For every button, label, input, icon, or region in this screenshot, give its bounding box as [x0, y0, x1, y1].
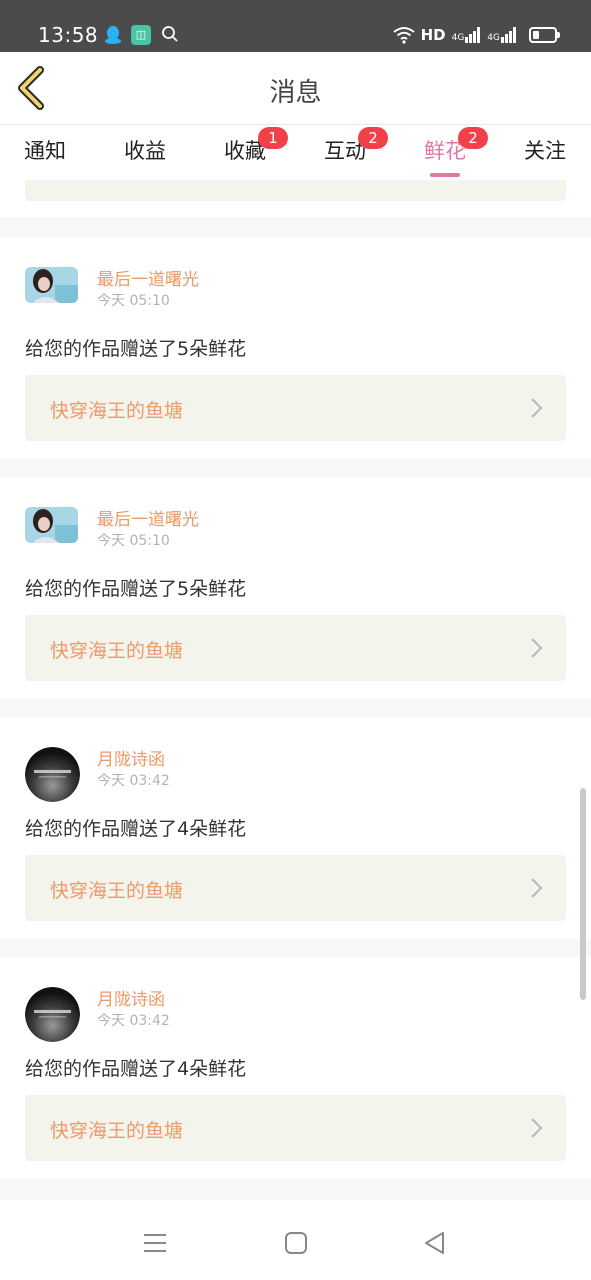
tab-notice[interactable]: 通知: [24, 135, 66, 165]
user-avatar[interactable]: [25, 507, 78, 543]
message-text: 给您的作品赠送了5朵鲜花: [25, 578, 247, 600]
chevron-right-icon: [531, 638, 543, 658]
work-title: 快穿海王的鱼塘: [50, 880, 184, 902]
work-link[interactable]: 快穿海王的鱼塘: [25, 855, 566, 921]
message-time: 今天 03:42: [97, 773, 170, 789]
sender-name[interactable]: 最后一道曙光: [97, 505, 199, 530]
hd-icon: HD: [420, 26, 446, 44]
scrollbar[interactable]: [580, 788, 586, 1000]
menu-icon[interactable]: [142, 1230, 168, 1256]
page-title: 消息: [269, 78, 322, 108]
message-time: 今天 05:10: [97, 533, 170, 549]
battery-icon: [529, 27, 560, 43]
tab-label: 关注: [524, 139, 566, 163]
message-text: 给您的作品赠送了4朵鲜花: [25, 1058, 247, 1080]
app-icon: ◫: [131, 25, 151, 45]
work-link[interactable]: 快穿海王的鱼塘: [25, 1095, 566, 1161]
tab-earnings[interactable]: 收益: [124, 135, 166, 165]
qq-icon: [105, 26, 121, 44]
chevron-right-icon: [531, 1118, 543, 1138]
home-icon[interactable]: [283, 1230, 309, 1256]
work-title: 快穿海王的鱼塘: [50, 400, 184, 422]
user-avatar[interactable]: [25, 267, 78, 303]
header: 消息: [0, 52, 591, 124]
message-time: 今天 05:10: [97, 293, 170, 309]
list-item: 月陇诗函 今天 03:42 给您的作品赠送了4朵鲜花 快穿海王的鱼塘: [0, 957, 591, 1179]
status-icons: HD 4G 4G: [392, 23, 560, 47]
sender-name[interactable]: 月陇诗函: [97, 985, 165, 1010]
user-avatar[interactable]: [25, 747, 80, 802]
status-time: 13:58: [38, 23, 99, 47]
sender-name[interactable]: 最后一道曙光: [97, 265, 199, 290]
back-icon[interactable]: [422, 1230, 448, 1256]
sender-name[interactable]: 月陇诗函: [97, 745, 165, 770]
wifi-icon: [392, 27, 415, 44]
tab-label: 收益: [124, 139, 166, 163]
tab-interaction[interactable]: 互动 2: [324, 127, 388, 165]
tab-flowers[interactable]: 鲜花 2: [424, 127, 488, 177]
chevron-right-icon: [531, 878, 543, 898]
unread-badge: 2: [458, 127, 488, 149]
work-title: 快穿海王的鱼塘: [50, 640, 184, 662]
tab-follow[interactable]: 关注: [524, 135, 566, 165]
tab-bar: 通知 收益 收藏 1 互动 2 鲜花 2 关注: [0, 124, 591, 180]
chevron-right-icon: [531, 398, 543, 418]
signal-4g-icon: 4G: [452, 27, 482, 43]
message-time: 今天 03:42: [97, 1013, 170, 1029]
work-link[interactable]: [25, 180, 566, 201]
unread-badge: 1: [258, 127, 288, 149]
message-list[interactable]: 最后一道曙光 今天 05:10 给您的作品赠送了5朵鲜花 快穿海王的鱼塘 最后一…: [0, 180, 591, 1200]
work-link[interactable]: 快穿海王的鱼塘: [25, 375, 566, 441]
signal-4g-icon: 4G: [487, 27, 517, 43]
system-nav-bar: [0, 1200, 591, 1280]
work-title: 快穿海王的鱼塘: [50, 1120, 184, 1142]
tab-label: 通知: [24, 139, 66, 163]
list-item: 最后一道曙光 今天 05:10 给您的作品赠送了5朵鲜花 快穿海王的鱼塘: [0, 477, 591, 699]
tab-favorites[interactable]: 收藏 1: [224, 127, 288, 165]
active-tab-indicator: [430, 173, 460, 177]
list-item: 最后一道曙光 今天 05:10 给您的作品赠送了5朵鲜花 快穿海王的鱼塘: [0, 237, 591, 459]
list-item: 月陇诗函 今天 03:42 给您的作品赠送了4朵鲜花 快穿海王的鱼塘: [0, 717, 591, 939]
work-link[interactable]: 快穿海王的鱼塘: [25, 615, 566, 681]
search-icon: [162, 26, 178, 42]
status-bar: 13:58 ◫ HD 4G 4G: [0, 0, 591, 52]
list-item: [0, 180, 591, 217]
user-avatar[interactable]: [25, 987, 80, 1042]
unread-badge: 2: [358, 127, 388, 149]
message-text: 给您的作品赠送了4朵鲜花: [25, 818, 247, 840]
message-text: 给您的作品赠送了5朵鲜花: [25, 338, 247, 360]
